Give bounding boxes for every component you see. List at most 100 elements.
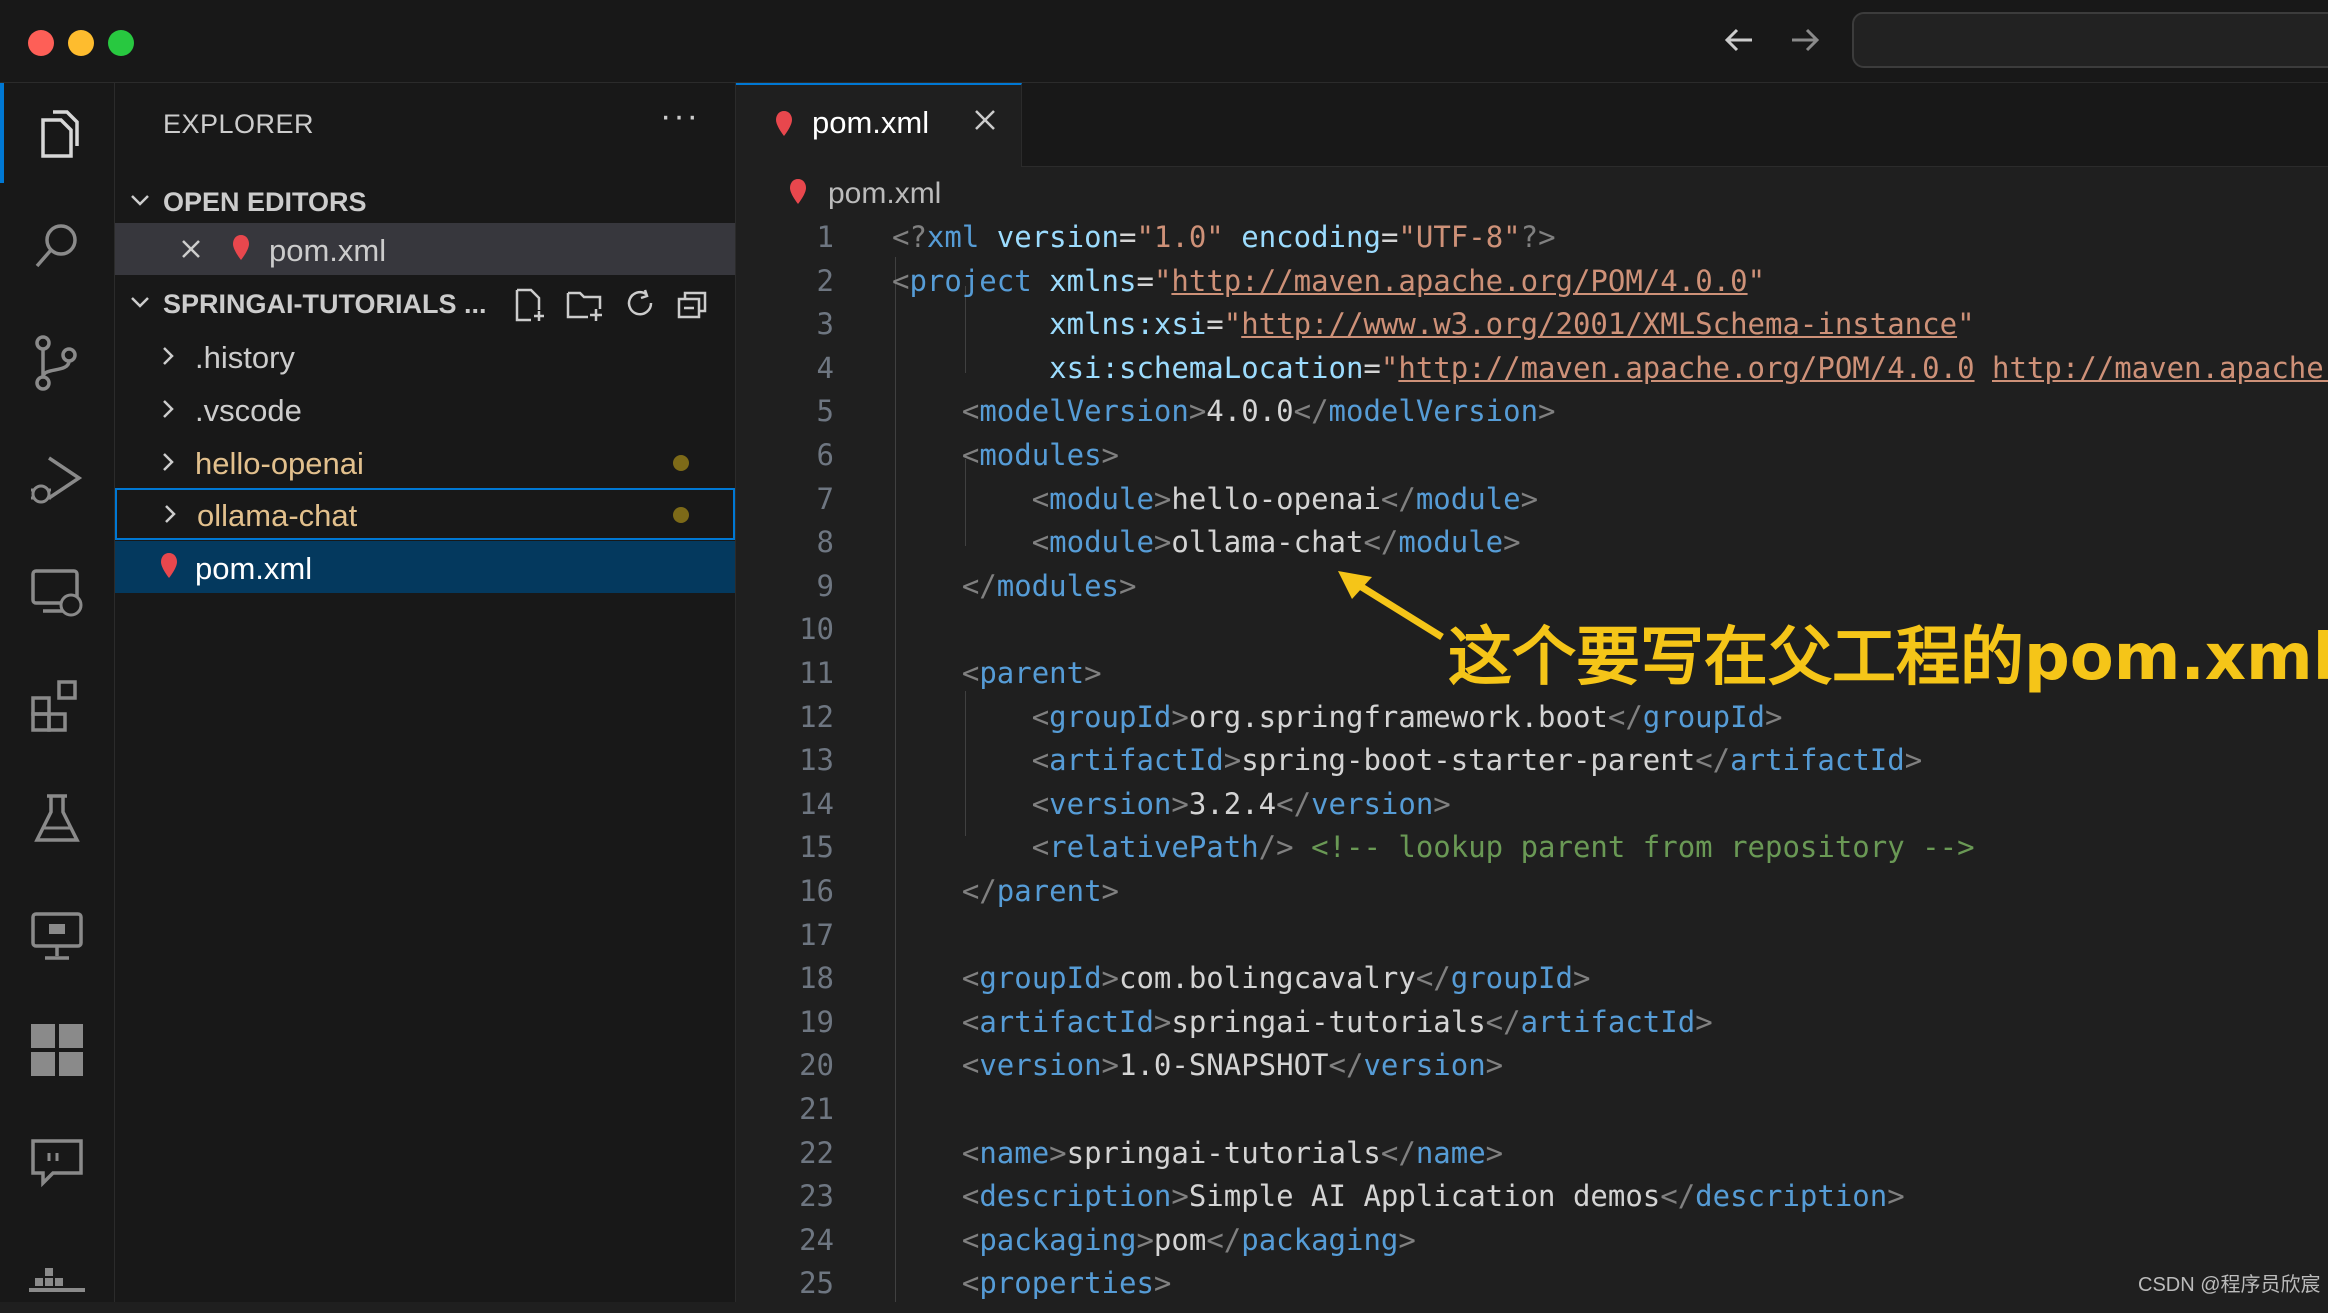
line-content: <module>hello-openai</module> (892, 478, 1538, 521)
run-debug-icon[interactable] (0, 425, 114, 525)
line-content: <description>Simple AI Application demos… (892, 1175, 1905, 1218)
line-number: 2 (816, 264, 834, 298)
code-line[interactable]: 9 </modules> (736, 565, 2328, 608)
code-token: version (1363, 1048, 1486, 1082)
code-line[interactable]: 24 <packaging>pom</packaging> (736, 1219, 2328, 1262)
tree-item-label: .vscode (195, 393, 302, 428)
code-token: properties (979, 1266, 1154, 1300)
explorer-icon[interactable] (0, 83, 114, 183)
tab-pom-xml[interactable]: pom.xml (736, 83, 1022, 167)
line-content: <relativePath/> <!-- lookup parent from … (892, 826, 1975, 869)
code-line[interactable]: 1 <?xml version="1.0" encoding="UTF-8"?> (736, 222, 2328, 259)
chevron-right-icon (165, 505, 176, 523)
line-content: <name>springai-tutorials</name> (892, 1132, 1503, 1175)
code-line[interactable]: 12 <groupId>org.springframework.boot</gr… (736, 696, 2328, 739)
minimize-window-button[interactable] (68, 30, 94, 56)
code-token: version (979, 1048, 1102, 1082)
code-line[interactable]: 6 <modules> (736, 434, 2328, 477)
testing-icon[interactable] (0, 765, 114, 865)
tree-item-history[interactable]: .history (115, 330, 735, 382)
code-token: < (1031, 743, 1050, 777)
code-line[interactable]: 13 <artifactId>spring-boot-starter-paren… (736, 739, 2328, 782)
more-actions-button[interactable]: ··· (660, 97, 700, 136)
code-token: > (1171, 700, 1189, 734)
code-token: modules (996, 569, 1119, 603)
open-editor-label: pom.xml (269, 233, 387, 268)
code-line[interactable]: 15 <relativePath/> <!-- lookup parent fr… (736, 826, 2328, 869)
code-line[interactable]: 17 (736, 914, 2328, 957)
xml-file-icon (161, 553, 177, 578)
code-line[interactable]: 2 <project xmlns="http://maven.apache.org… (736, 260, 2328, 303)
tree-item-hello-openai[interactable]: hello-openai (115, 436, 735, 488)
zoom-window-button[interactable] (108, 30, 134, 56)
code-token: > (1485, 1048, 1504, 1082)
code-token: ollama-chat (1171, 525, 1364, 559)
code-line[interactable]: 5 <modelVersion>4.0.0</modelVersion> (736, 390, 2328, 433)
line-content: xmlns:xsi="http://www.w3.org/2001/XMLSch… (892, 303, 1974, 346)
monitor-icon[interactable] (0, 881, 114, 981)
code-token: springai-tutorials (1171, 1005, 1486, 1039)
chat-icon[interactable] (0, 1108, 114, 1208)
line-number: 17 (799, 918, 834, 952)
code-editor[interactable]: 1 <?xml version="1.0" encoding="UTF-8"?> 2… (736, 222, 2328, 1302)
search-icon[interactable] (0, 193, 114, 293)
forward-arrow-icon[interactable] (1782, 18, 1826, 62)
code-token: > (1171, 787, 1189, 821)
line-content: </parent> (892, 870, 1119, 913)
code-line[interactable]: 16 </parent> (736, 870, 2328, 913)
close-icon[interactable] (179, 237, 203, 261)
code-token: </ (961, 874, 997, 908)
close-icon[interactable] (972, 107, 998, 133)
code-token: < (961, 1266, 980, 1300)
code-token: /> (1258, 830, 1294, 864)
project-header[interactable]: SPRINGAI-TUTORIALS ... (115, 277, 735, 329)
code-line[interactable]: 21 (736, 1088, 2328, 1131)
code-line[interactable]: 3 xmlns:xsi="http://www.w3.org/2001/XMLS… (736, 303, 2328, 346)
code-token: > (1101, 438, 1119, 472)
open-editors-label: OPEN EDITORS (163, 187, 367, 217)
collapse-all-icon[interactable] (675, 287, 711, 323)
source-control-icon[interactable] (0, 308, 114, 408)
breadcrumb-item[interactable]: pom.xml (828, 177, 941, 211)
code-line[interactable]: 7 <module>hello-openai</module> (736, 478, 2328, 521)
new-folder-icon[interactable] (565, 287, 605, 323)
breadcrumb: pom.xml (736, 167, 2328, 222)
code-token: < (961, 1223, 980, 1257)
code-line[interactable]: 19 <artifactId>springai-tutorials</artif… (736, 1001, 2328, 1044)
code-line[interactable]: 18 <groupId>com.bolingcavalry</groupId> (736, 957, 2328, 1000)
line-content: xsi:schemaLocation="http://maven.apache.… (892, 347, 2328, 390)
code-token: 4.0.0 (1206, 394, 1294, 428)
code-line[interactable]: 8 <module>ollama-chat</module> (736, 521, 2328, 564)
tree-item-vscode[interactable]: .vscode (115, 383, 735, 435)
code-token: > (1153, 1005, 1172, 1039)
docker-icon[interactable] (0, 1213, 114, 1313)
new-file-icon[interactable] (511, 287, 547, 323)
code-token: relativePath (1049, 830, 1259, 864)
command-center-search[interactable] (1852, 12, 2328, 68)
tree-item-ollama-chat[interactable]: ollama-chat (115, 488, 735, 540)
code-token: encoding (1241, 222, 1381, 254)
code-line[interactable]: 22 <name>springai-tutorials</name> (736, 1132, 2328, 1175)
code-line[interactable]: 25 <properties> (736, 1262, 2328, 1302)
extensions-icon[interactable] (0, 651, 114, 751)
tree-item-pom-xml[interactable]: pom.xml (115, 541, 735, 593)
remote-explorer-icon[interactable] (0, 538, 114, 638)
refresh-icon[interactable] (623, 287, 659, 323)
code-line[interactable]: 20 <version>1.0-SNAPSHOT</version> (736, 1044, 2328, 1087)
close-window-button[interactable] (28, 30, 54, 56)
code-line[interactable]: 23 <description>Simple AI Application de… (736, 1175, 2328, 1218)
code-line[interactable]: 14 <version>3.2.4</version> (736, 783, 2328, 826)
open-editor-item[interactable]: pom.xml (115, 223, 735, 275)
grid-icon[interactable] (0, 995, 114, 1095)
open-editors-header[interactable]: OPEN EDITORS (115, 175, 735, 227)
back-arrow-icon[interactable] (1718, 18, 1762, 62)
code-line[interactable]: 4 xsi:schemaLocation="http://maven.apach… (736, 347, 2328, 390)
sidebar-title: EXPLORER (163, 109, 315, 139)
